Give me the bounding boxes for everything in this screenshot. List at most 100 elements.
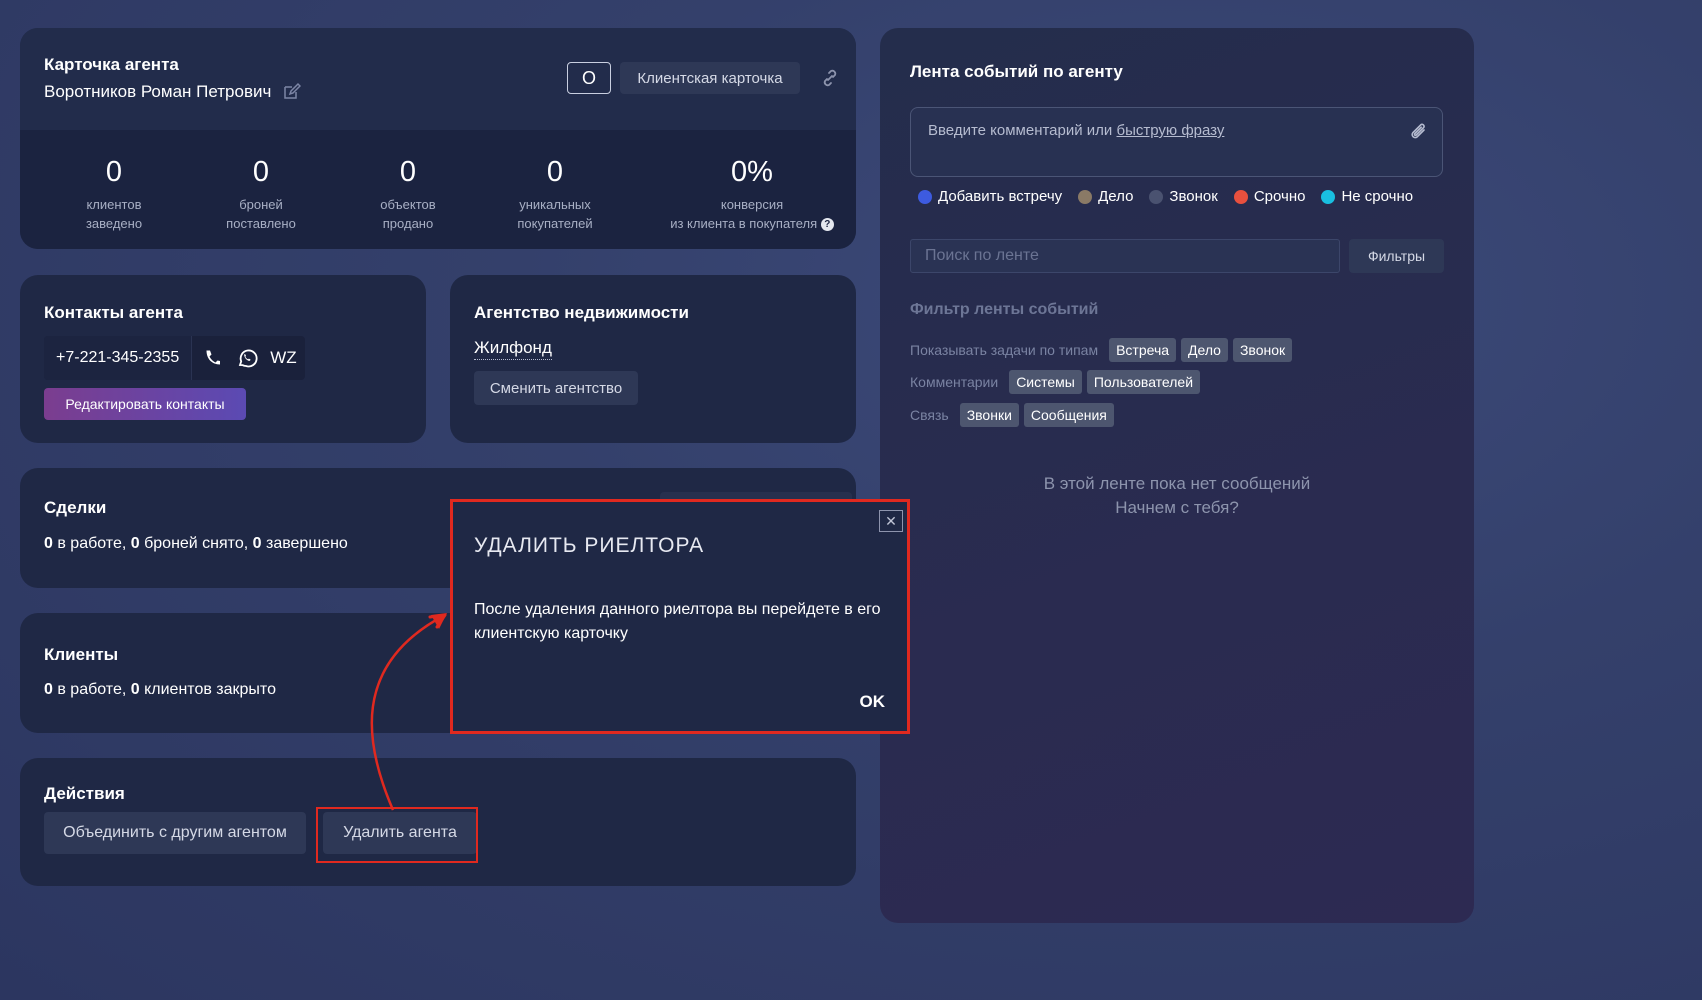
stat-value: 0 [399,156,417,188]
deals-summary: 0 в работе, 0 броней снято, 0 завершено [44,535,348,553]
tag-label: Звонок [1169,188,1218,205]
empty-line-2: Начнем с тебя? [1115,498,1239,517]
o-button[interactable]: О [567,62,611,94]
tag-dot [1233,189,1248,204]
phone-icon[interactable] [202,347,224,369]
phone-row: +7-221-345-2355 WZ [44,336,305,380]
phone-number[interactable]: +7-221-345-2355 [44,336,192,380]
filter-row-comments: Комментарии Системы Пользователей [910,370,1201,394]
change-agency-button[interactable]: Сменить агентство [474,371,638,405]
client-card-button[interactable]: Клиентская карточка [620,62,800,94]
clients-closed-text: клиентов закрыто [139,681,276,698]
tag-label: Дело [1098,188,1134,205]
delete-button-highlight [316,807,478,863]
help-icon[interactable]: ? [820,218,834,232]
modal-body: После удаления данного риелтора вы перей… [474,601,881,642]
clients-closed-count: 0 [130,681,140,698]
wz-label[interactable]: WZ [270,348,296,368]
stat-bookings: 0 броней поставлено [201,156,321,233]
agency-name-link[interactable]: Жилфонд [474,338,552,360]
stat-label-line1: броней [239,197,283,212]
stat-label-line2: покупателей [517,216,593,231]
stat-label-line1: уникальных [519,197,591,212]
filter-label: Комментарии [910,374,999,390]
tag-dot [1149,189,1164,204]
edit-contacts-button[interactable]: Редактировать контакты [44,388,246,420]
annotation-arrow [370,613,447,811]
stat-value: 0 [105,156,123,188]
stat-objects: 0 объектов продано [348,156,468,233]
agent-name-text: Воротников Роман Петрович [44,82,272,101]
agency-title: Агентство недвижимости [474,303,689,322]
feed-filter-heading: Фильтр ленты событий [910,301,1099,318]
filter-chip-calls[interactable]: Звонки [959,403,1019,427]
tag-not-urgent[interactable]: Не срочно [1321,188,1413,205]
stat-buyers: 0 уникальных покупателей [495,156,615,233]
tag-task[interactable]: Дело [1078,188,1133,205]
contact-methods: WZ [191,336,304,380]
tag-label: Добавить встречу [938,188,1063,205]
filter-label: Показывать задачи по типам [910,342,1099,358]
event-feed-card: Лента событий по агенту Введите коммента… [880,28,1474,923]
clients-title: Клиенты [44,645,119,664]
clients-in-work-count: 0 [44,681,53,698]
filter-row-task-types: Показывать задачи по типам Встреча Дело … [910,338,1293,362]
stat-label-line1: клиентов [86,197,142,212]
delete-realtor-modal: ✕ УДАЛИТЬ РИЕЛТОРА После удаления данног… [450,499,910,734]
agent-card: Карточка агента Воротников Роман Петрови… [20,28,856,249]
agent-card-title: Карточка агента [44,55,179,74]
filter-chip-task[interactable]: Дело [1181,338,1228,362]
tag-dot [1321,189,1336,204]
feed-empty-message: В этой ленте пока нет сообщений Начнем с … [880,472,1474,520]
paperclip-icon[interactable] [1408,120,1430,144]
comment-placeholder-text: Введите комментарий или [928,122,1117,139]
modal-ok-button[interactable]: OK [860,692,886,712]
tag-label: Не срочно [1341,188,1414,205]
filter-chip-messages[interactable]: Сообщения [1023,403,1114,427]
agency-card: Агентство недвижимости Жилфонд Сменить а… [450,275,856,443]
stat-label-line2: продано [382,216,434,231]
deals-cancelled-count: 0 [130,535,140,552]
tag-label: Срочно [1253,188,1306,205]
comment-input[interactable]: Введите комментарий или быструю фразу [910,107,1443,177]
stat-label: уникальных покупателей [495,195,615,233]
tag-add-meeting[interactable]: Добавить встречу [918,188,1062,205]
filter-chip-users[interactable]: Пользователей [1086,370,1201,394]
deals-completed-count: 0 [252,535,262,552]
filter-chip-call[interactable]: Звонок [1232,338,1293,362]
contacts-card: Контакты агента +7-221-345-2355 WZ Редак… [20,275,426,443]
link-icon[interactable] [820,68,840,88]
stat-label-line1: объектов [380,197,436,212]
contacts-title: Контакты агента [44,303,183,322]
filter-chip-meeting[interactable]: Встреча [1109,338,1177,362]
deals-title: Сделки [44,498,107,517]
agent-card-header: Карточка агента Воротников Роман Петрови… [20,28,856,130]
feed-title: Лента событий по агенту [910,62,1123,81]
edit-icon[interactable] [281,82,302,102]
stat-label: конверсия из клиента в покупателя ? [642,195,856,233]
stat-label-line1: конверсия [720,197,784,212]
stat-label: броней поставлено [201,195,321,233]
stat-clients: 0 клиентов заведено [54,156,174,233]
feed-search-input[interactable] [910,239,1340,273]
merge-agent-button[interactable]: Объединить с другим агентом [44,812,306,854]
tag-call[interactable]: Звонок [1149,188,1218,205]
filter-chip-system[interactable]: Системы [1009,370,1082,394]
filters-button[interactable]: Фильтры [1349,239,1444,273]
actions-title: Действия [44,784,125,803]
quick-phrase-link[interactable]: быструю фразу [1116,122,1224,139]
filter-row-communication: Связь Звонки Сообщения [910,403,1114,427]
clients-summary: 0 в работе, 0 клиентов закрыто [44,681,276,699]
stat-value: 0 [252,156,270,188]
deals-in-work-text: в работе, [52,535,131,552]
tag-dot [1078,189,1093,204]
deals-in-work-count: 0 [44,535,53,552]
deals-cancelled-text: броней снято, [139,535,253,552]
agent-name: Воротников Роман Петрович [44,82,302,102]
close-icon[interactable]: ✕ [879,510,903,532]
agent-stats: 0 клиентов заведено 0 броней поставлено 0 … [20,130,856,249]
stat-label-line2: заведено [85,216,143,231]
stat-label-line2: поставлено [226,216,296,231]
tag-urgent[interactable]: Срочно [1233,188,1306,205]
whatsapp-icon[interactable] [236,347,258,369]
